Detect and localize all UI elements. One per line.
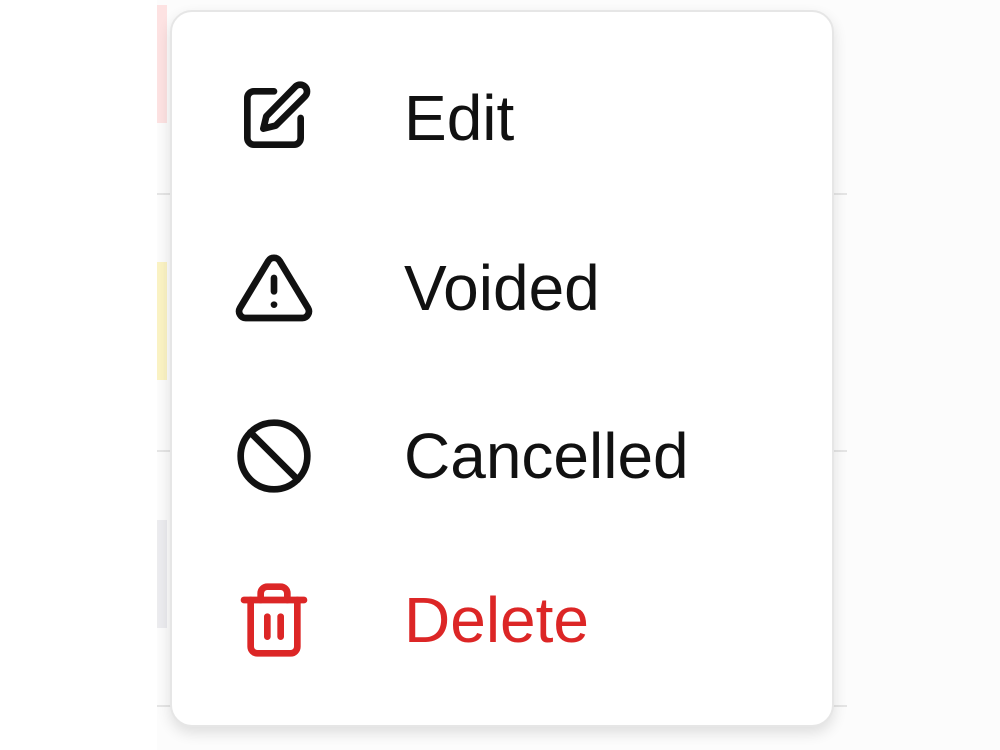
- menu-item-delete[interactable]: Delete: [172, 560, 832, 680]
- trash-icon: [240, 583, 308, 657]
- warning-icon: [235, 254, 313, 322]
- menu-item-cancelled[interactable]: Cancelled: [172, 396, 832, 516]
- menu-item-label: Delete: [404, 584, 589, 656]
- menu-item-edit[interactable]: Edit: [172, 58, 832, 178]
- context-menu: Edit Voided Cancelled Delete: [170, 10, 834, 727]
- status-badge-red: [157, 5, 167, 123]
- edit-icon: [244, 81, 311, 149]
- menu-item-label: Cancelled: [404, 420, 689, 492]
- menu-item-label: Edit: [404, 82, 515, 154]
- menu-item-voided[interactable]: Voided: [172, 228, 832, 348]
- status-badge-gray: [157, 520, 167, 628]
- menu-item-label: Voided: [404, 252, 600, 324]
- ban-icon: [237, 419, 311, 493]
- status-badge-yellow: [157, 262, 167, 380]
